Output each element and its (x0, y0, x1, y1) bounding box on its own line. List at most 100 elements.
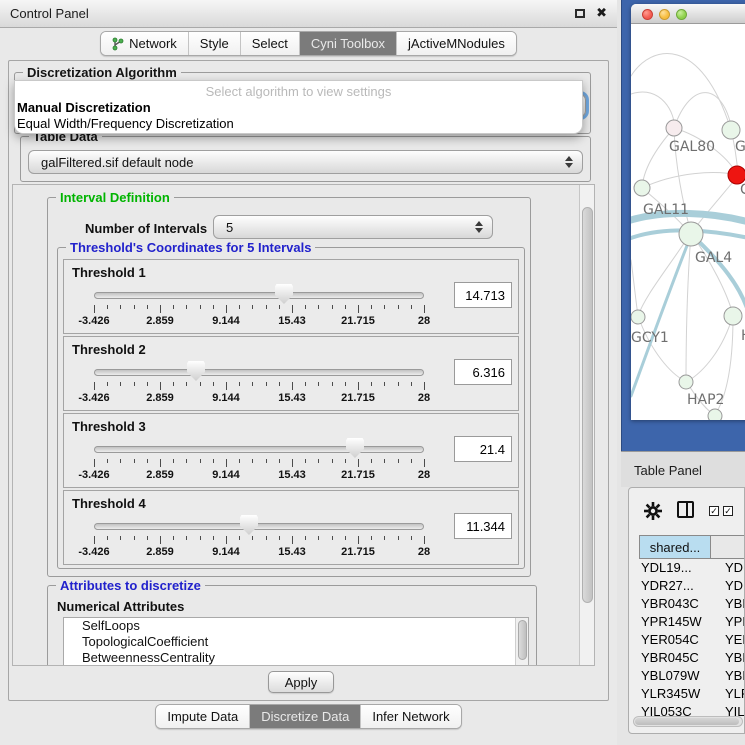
network-node[interactable] (679, 222, 703, 246)
network-node[interactable] (724, 307, 742, 325)
slider-tick (411, 382, 412, 386)
table-cell[interactable]: YER054C (639, 631, 711, 649)
table-cell[interactable]: YLR345W (639, 685, 711, 703)
table-row[interactable]: YLR345WYLR3 (639, 685, 745, 703)
threshold-value-field[interactable]: 11.344 (454, 513, 512, 539)
slider-tick (384, 536, 385, 540)
slider-thumb[interactable] (187, 361, 205, 381)
table-row[interactable]: YBR043CYBR0 (639, 595, 745, 613)
table-cell[interactable]: YDR2 (711, 577, 745, 595)
slider-track[interactable] (94, 446, 424, 453)
network-node[interactable] (666, 120, 682, 136)
network-edge[interactable] (674, 93, 732, 130)
table-cell[interactable]: YPR145W (639, 613, 711, 631)
table-row[interactable]: YDR27...YDR2 (639, 577, 745, 595)
attributes-list-scrollbar-thumb[interactable] (518, 620, 527, 660)
threshold-value-field[interactable]: 21.4 (454, 436, 512, 462)
network-canvas[interactable]: GAL80GACGAL11GAL4GCY1HHAP2 (631, 24, 745, 420)
minimize-traffic-light[interactable] (659, 9, 670, 20)
table-horizontal-scrollbar[interactable] (633, 716, 743, 727)
table-hscrollbar-thumb[interactable] (635, 718, 739, 725)
column-header-shared[interactable]: shared... (639, 535, 711, 559)
slider-thumb[interactable] (275, 284, 293, 304)
slider-tick (160, 382, 161, 390)
zoom-traffic-light[interactable] (676, 9, 687, 20)
close-icon[interactable]: ✖ (596, 5, 607, 21)
slider-thumb[interactable] (240, 515, 258, 535)
tab-cyni-toolbox[interactable]: Cyni Toolbox (299, 32, 396, 55)
slider-tick (398, 459, 399, 463)
table-data-combobox[interactable]: galFiltered.sif default node (28, 150, 583, 174)
network-window: GAL80GACGAL11GAL4GCY1HHAP2 (631, 4, 745, 420)
table-cell[interactable]: YDR27... (639, 577, 711, 595)
slider-track[interactable] (94, 292, 424, 299)
attribute-item-betweennesscentrality[interactable]: BetweennessCentrality (64, 650, 528, 666)
tab-impute-data[interactable]: Impute Data (156, 705, 249, 728)
network-node[interactable] (708, 409, 722, 420)
network-edge[interactable] (686, 233, 691, 381)
slider-thumb[interactable] (346, 438, 364, 458)
attribute-item-topologicalcoefficient[interactable]: TopologicalCoefficient (64, 634, 528, 650)
settings-vertical-scrollbar[interactable] (579, 185, 594, 666)
threshold-value-field[interactable]: 6.316 (454, 359, 512, 385)
tab-discretize-data[interactable]: Discretize Data (249, 705, 360, 728)
tab-style[interactable]: Style (188, 32, 240, 55)
numerical-attributes-list[interactable]: SelfLoopsTopologicalCoefficientBetweenne… (63, 617, 529, 666)
attributes-list-scrollbar[interactable] (515, 618, 528, 666)
checkbox-icon[interactable]: ✓ (709, 506, 719, 516)
network-node[interactable] (631, 310, 645, 324)
table-cell[interactable]: YBR045C (639, 649, 711, 667)
slider-tick (213, 459, 214, 463)
network-edge[interactable] (642, 173, 737, 188)
dropdown-item-manual-discretization[interactable]: Manual Discretization (17, 100, 151, 115)
tab-jactivemnodules[interactable]: jActiveMNodules (396, 32, 516, 55)
column-header-n[interactable]: n (711, 535, 745, 559)
threshold-value-field[interactable]: 14.713 (454, 282, 512, 308)
network-edge[interactable] (631, 260, 638, 316)
tab-network[interactable]: Network (101, 32, 188, 55)
table-row[interactable]: YBL079WYBL0 (639, 667, 745, 685)
table-cell[interactable]: YPR1 (711, 613, 745, 631)
attribute-item-selfloops[interactable]: SelfLoops (64, 618, 528, 634)
slider-tick (239, 382, 240, 386)
table-cell[interactable]: YLR3 (711, 685, 745, 703)
checkbox-icon[interactable]: ✓ (723, 506, 733, 516)
combo-arrows-icon (565, 156, 573, 168)
tab-select[interactable]: Select (240, 32, 299, 55)
slider-track[interactable] (94, 523, 424, 530)
network-edge[interactable] (638, 316, 685, 381)
table-row[interactable]: YBR045CYBR0 (639, 649, 745, 667)
slider-tick (147, 536, 148, 540)
network-edge-highlighted[interactable] (693, 236, 745, 308)
split-columns-icon[interactable] (677, 501, 694, 518)
settings-scrollbar-thumb[interactable] (582, 207, 593, 603)
table-cell[interactable]: YBR0 (711, 595, 745, 613)
table-cell[interactable]: YBL0 (711, 667, 745, 685)
dropdown-item-equal-width-frequency-discretization[interactable]: Equal Width/Frequency Discretization (17, 116, 234, 131)
close-traffic-light[interactable] (642, 9, 653, 20)
table-cell[interactable]: YBL079W (639, 667, 711, 685)
num-intervals-combobox[interactable]: 5 (213, 215, 493, 239)
table-cell[interactable]: YDL1 (711, 559, 745, 577)
table-row[interactable]: YDL19...YDL1 (639, 559, 745, 577)
apply-button[interactable]: Apply (268, 671, 334, 693)
slider-track[interactable] (94, 369, 424, 376)
network-node[interactable] (634, 180, 650, 196)
network-node[interactable] (722, 121, 740, 139)
table-row[interactable]: YPR145WYPR1 (639, 613, 745, 631)
gear-icon[interactable] (643, 501, 663, 521)
table-cell[interactable]: YDL19... (639, 559, 711, 577)
float-icon[interactable] (575, 9, 585, 18)
threshold-panel-1: Threshold 1-3.4262.8599.14415.4321.71528… (63, 259, 519, 334)
network-node[interactable] (679, 375, 693, 389)
network-edge[interactable] (688, 315, 733, 381)
tab-style-label: Style (200, 36, 229, 51)
tab-infer-network[interactable]: Infer Network (360, 705, 460, 728)
slider-tick (252, 536, 253, 540)
network-edge[interactable] (642, 128, 674, 188)
table-cell[interactable]: YER0 (711, 631, 745, 649)
table-cell[interactable]: YBR043C (639, 595, 711, 613)
table-row[interactable]: YER054CYER0 (639, 631, 745, 649)
table-cell[interactable]: YBR0 (711, 649, 745, 667)
attributes-group-title: Attributes to discretize (56, 578, 205, 593)
